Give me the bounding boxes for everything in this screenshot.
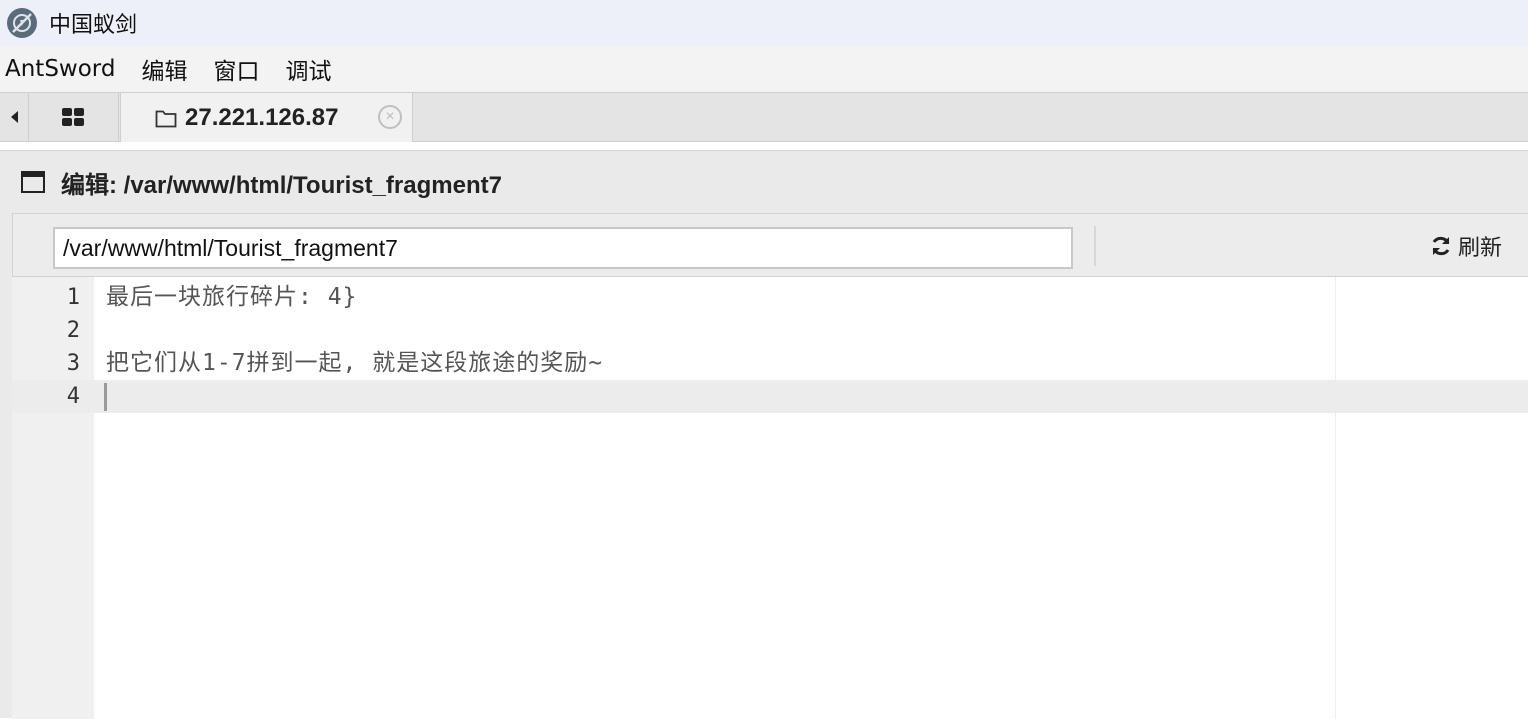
code-editor[interactable]: 1 最后一块旅行碎片: 4} 2 3 把它们从1-7拼到一起, 就是这段旅途的奖… <box>12 277 1528 719</box>
menu-antsword[interactable]: AntSword <box>5 56 115 82</box>
folder-icon <box>155 110 177 127</box>
title-bar: 中国蚁剑 <box>0 0 1528 46</box>
code-line[interactable]: 2 <box>12 314 1528 347</box>
window-header: 编辑: /var/www/html/Tourist_fragment7 <box>0 151 1528 213</box>
tab-home[interactable] <box>28 93 119 141</box>
app-title: 中国蚁剑 <box>49 13 138 38</box>
refresh-button[interactable]: 刷新 <box>1430 230 1502 262</box>
line-number: 3 <box>66 351 80 376</box>
line-text: 把它们从1-7拼到一起, 就是这段旅途的奖励~ <box>106 350 604 376</box>
code-line[interactable]: 1 最后一块旅行碎片: 4} <box>12 281 1528 314</box>
tab-label: 27.221.126.87 <box>185 103 339 131</box>
tab-scroll-left-button[interactable] <box>0 93 29 141</box>
refresh-icon <box>1432 236 1450 256</box>
menu-edit[interactable]: 编辑 <box>141 52 187 86</box>
antsword-logo-icon <box>7 8 37 38</box>
refresh-label: 刷新 <box>1457 236 1502 261</box>
toolbar-divider <box>1094 226 1096 266</box>
close-circle-icon[interactable]: × <box>378 105 402 129</box>
line-number: 1 <box>66 285 80 310</box>
line-number: 4 <box>66 384 80 409</box>
editor-toolbar: 刷新 <box>12 213 1528 277</box>
grid-icon <box>62 108 84 126</box>
menu-debug[interactable]: 调试 <box>285 52 331 86</box>
line-number: 2 <box>66 318 80 343</box>
line-text: 最后一块旅行碎片: 4} <box>106 284 358 310</box>
window-title: 编辑: /var/www/html/Tourist_fragment7 <box>61 171 502 199</box>
window-icon <box>21 171 45 193</box>
menu-bar: AntSword 编辑 窗口 调试 <box>0 46 1528 92</box>
menu-window[interactable]: 窗口 <box>213 52 259 86</box>
code-line[interactable]: 3 把它们从1-7拼到一起, 就是这段旅途的奖励~ <box>12 347 1528 380</box>
editor-window: 编辑: /var/www/html/Tourist_fragment7 刷新 1… <box>0 150 1528 719</box>
tab-bar: 27.221.126.87 × <box>0 92 1528 142</box>
tab-remote-host[interactable]: 27.221.126.87 × <box>120 93 413 142</box>
text-cursor <box>104 383 107 411</box>
path-input[interactable] <box>53 227 1073 269</box>
code-line-active[interactable]: 4 <box>12 380 1528 413</box>
